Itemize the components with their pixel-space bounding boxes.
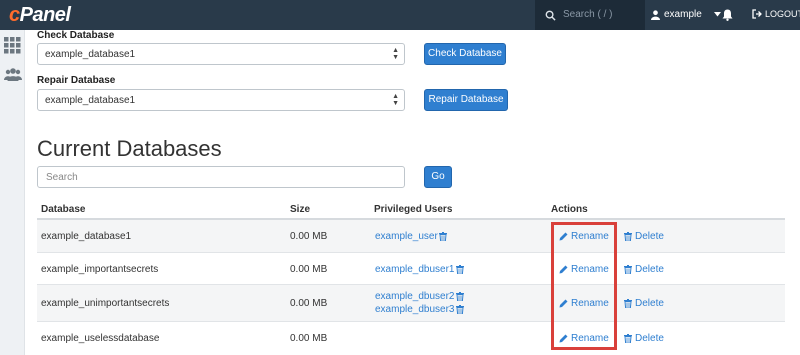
user-menu[interactable]: example bbox=[651, 9, 721, 20]
database-name: example_database1 bbox=[41, 231, 132, 242]
check-database-selected: example_database1 bbox=[45, 49, 136, 60]
users-group-icon[interactable] bbox=[4, 68, 22, 87]
repair-database-select[interactable]: example_database1 ▲ ▼ bbox=[37, 89, 405, 111]
privileged-user-link[interactable]: example_user bbox=[375, 231, 438, 242]
databases-search-input[interactable]: Search bbox=[37, 166, 405, 188]
database-size: 0.00 MB bbox=[290, 333, 328, 344]
caret-down-icon bbox=[713, 12, 721, 17]
rename-column-highlight bbox=[551, 222, 617, 350]
database-size: 0.00 MB bbox=[290, 264, 328, 275]
logout-icon bbox=[752, 9, 762, 19]
databases-table: Database Size Privileged Users Actions e… bbox=[37, 200, 785, 354]
database-name: example_importantsecrets bbox=[41, 264, 159, 275]
global-search-placeholder: Search ( / ) bbox=[563, 9, 613, 20]
logout-label: LOGOUT bbox=[765, 9, 800, 19]
databases-search-placeholder: Search bbox=[46, 172, 78, 183]
search-icon bbox=[545, 8, 556, 26]
user-icon bbox=[651, 9, 660, 20]
select-arrows-icon: ▲ ▼ bbox=[392, 93, 399, 107]
table-row: example_importantsecrets 0.00 MB example… bbox=[37, 253, 785, 285]
go-button[interactable]: Go bbox=[424, 166, 452, 188]
delete-label: Delete bbox=[635, 333, 664, 344]
database-name: example_uselessdatabase bbox=[41, 333, 160, 344]
privileged-user-link[interactable]: example_dbuser2 bbox=[375, 291, 455, 302]
username-label: example bbox=[664, 9, 702, 20]
trash-icon[interactable] bbox=[455, 292, 464, 301]
column-header-database[interactable]: Database bbox=[41, 204, 85, 215]
delete-button[interactable]: Delete bbox=[624, 333, 664, 344]
trash-icon bbox=[624, 265, 632, 274]
sidebar bbox=[0, 30, 25, 355]
repair-database-button[interactable]: Repair Database bbox=[424, 89, 508, 111]
check-database-button[interactable]: Check Database bbox=[424, 43, 506, 65]
column-header-size[interactable]: Size bbox=[290, 204, 310, 215]
select-arrows-icon: ▲ ▼ bbox=[392, 47, 399, 61]
delete-button[interactable]: Delete bbox=[624, 231, 664, 242]
notifications-bell-icon[interactable] bbox=[722, 8, 733, 26]
repair-database-label: Repair Database bbox=[37, 75, 116, 86]
trash-icon bbox=[624, 334, 632, 343]
trash-icon[interactable] bbox=[438, 232, 447, 241]
table-row: example_database1 0.00 MB example_user R… bbox=[37, 220, 785, 253]
column-header-privileged-users: Privileged Users bbox=[374, 204, 453, 215]
trash-icon[interactable] bbox=[455, 305, 464, 314]
delete-label: Delete bbox=[635, 264, 664, 275]
check-database-select[interactable]: example_database1 ▲ ▼ bbox=[37, 43, 405, 65]
privileged-user-link[interactable]: example_dbuser1 bbox=[375, 264, 455, 275]
delete-label: Delete bbox=[635, 298, 664, 309]
database-size: 0.00 MB bbox=[290, 298, 328, 309]
repair-database-selected: example_database1 bbox=[45, 95, 136, 106]
privileged-user: example_dbuser1 bbox=[375, 264, 464, 275]
grid-apps-icon[interactable] bbox=[4, 37, 21, 59]
privileged-user: example_dbuser2 bbox=[375, 291, 464, 302]
logout-link[interactable]: LOGOUT bbox=[752, 9, 800, 19]
privileged-users: example_dbuser2 example_dbuser3 bbox=[375, 291, 464, 315]
top-navbar: cPanel Search ( / ) example LOGOUT bbox=[0, 0, 800, 30]
privileged-user-link[interactable]: example_dbuser3 bbox=[375, 304, 455, 315]
global-search[interactable]: Search ( / ) bbox=[535, 0, 645, 30]
database-size: 0.00 MB bbox=[290, 231, 328, 242]
privileged-user: example_user bbox=[375, 231, 447, 242]
cpanel-logo[interactable]: cPanel bbox=[9, 4, 71, 27]
trash-icon[interactable] bbox=[455, 265, 464, 274]
column-header-actions: Actions bbox=[551, 204, 588, 215]
table-row: example_unimportantsecrets 0.00 MB examp… bbox=[37, 285, 785, 322]
delete-button[interactable]: Delete bbox=[624, 264, 664, 275]
check-database-label: Check Database bbox=[37, 30, 115, 41]
trash-icon bbox=[624, 299, 632, 308]
trash-icon bbox=[624, 232, 632, 241]
privileged-user: example_dbuser3 bbox=[375, 304, 464, 315]
database-name: example_unimportantsecrets bbox=[41, 298, 170, 309]
delete-label: Delete bbox=[635, 231, 664, 242]
current-databases-title: Current Databases bbox=[37, 136, 222, 161]
delete-button[interactable]: Delete bbox=[624, 298, 664, 309]
table-header: Database Size Privileged Users Actions bbox=[37, 200, 785, 220]
table-row: example_uselessdatabase 0.00 MB Rename D… bbox=[37, 322, 785, 354]
